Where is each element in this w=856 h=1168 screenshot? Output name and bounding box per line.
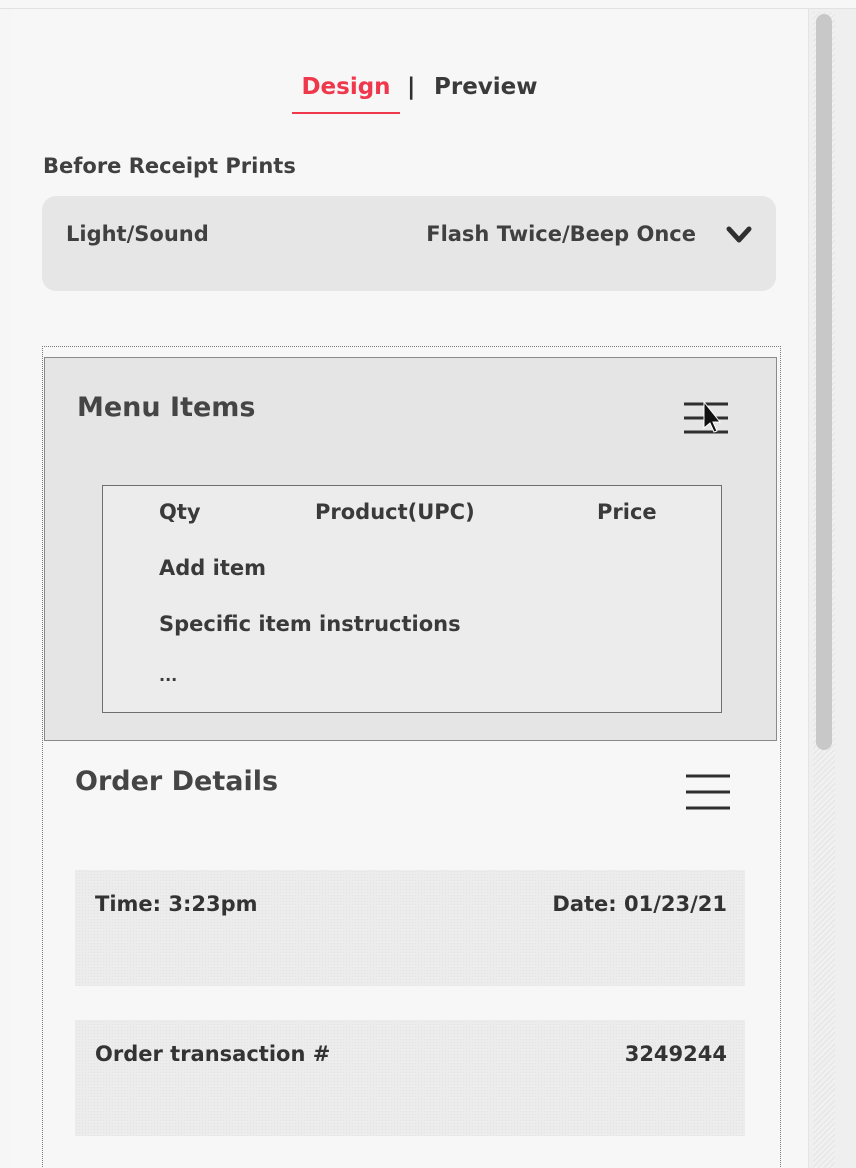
light-sound-dropdown[interactable]: Light/Sound Flash Twice/Beep Once [42,196,776,291]
design-preview-tabs: Design | Preview [0,68,856,118]
menu-items-table: Qty Product(UPC) Price Add item Specific… [102,485,722,713]
order-details-title: Order Details [75,766,279,797]
before-receipt-heading: Before Receipt Prints [43,154,296,178]
list-item-instructions[interactable]: Specific item instructions [159,612,461,636]
tab-preview[interactable]: Preview [434,68,538,106]
receipt-designer-panel: Design | Preview Before Receipt Prints L… [0,0,856,1168]
time-value: Time: 3:23pm [95,892,258,916]
tab-separator: | [407,74,416,100]
list-item-more: ... [159,666,178,685]
transaction-number: 3249244 [624,1042,727,1066]
date-value: Date: 01/23/21 [552,892,727,916]
transaction-label: Order transaction # [95,1042,331,1066]
hamburger-icon[interactable] [684,772,732,812]
tab-design[interactable]: Design [292,68,400,114]
menu-items-title: Menu Items [77,392,256,423]
scrollbar-thumb[interactable] [816,14,832,750]
column-header-price: Price [597,500,657,524]
menu-adjust-icon[interactable] [682,398,730,442]
list-item-add-item[interactable]: Add item [159,556,266,580]
column-header-qty: Qty [159,500,201,524]
dropdown-selected-value: Flash Twice/Beep Once [426,222,696,246]
top-border [0,0,856,9]
transaction-card: Order transaction # 3249244 [75,1020,745,1136]
column-header-product: Product(UPC) [315,500,475,524]
time-date-card: Time: 3:23pm Date: 01/23/21 [75,870,745,986]
chevron-down-icon[interactable] [726,224,752,246]
menu-items-section[interactable]: Menu Items Qty Product(UPC) Price Add it… [44,357,777,741]
dropdown-label: Light/Sound [66,222,209,246]
